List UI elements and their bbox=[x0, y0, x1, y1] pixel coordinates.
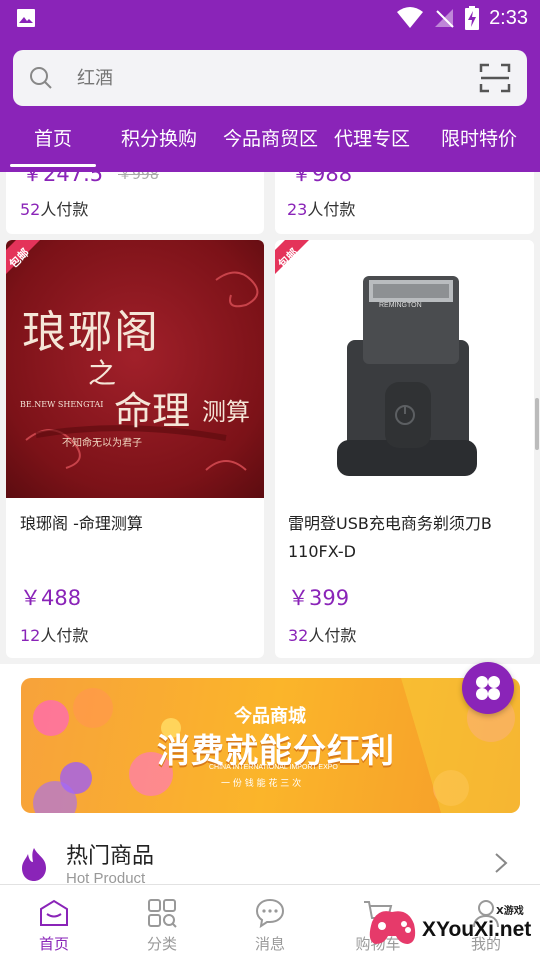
product-card[interactable]: ￥988 23人付款 bbox=[275, 172, 534, 234]
tab-points-exchange[interactable]: 积分换购 bbox=[121, 124, 197, 151]
wifi-icon bbox=[397, 7, 424, 28]
promo-banner[interactable]: 今品商城 消费就能分红利 CHINA INTERNATIONAL IMPORT … bbox=[21, 678, 520, 813]
product-name-line2: 110FX-D bbox=[288, 542, 356, 561]
category-tabs: 首页 积分换购 今品商贸区 代理专区 限时特价 bbox=[0, 112, 540, 172]
gamepad-logo-icon bbox=[369, 911, 416, 944]
sold-count: 52人付款 bbox=[20, 200, 89, 219]
hot-products-subtitle: Hot Product bbox=[66, 870, 146, 884]
search-icon bbox=[30, 67, 52, 89]
battery-charging-icon bbox=[465, 6, 480, 30]
status-bar: 2:33 bbox=[0, 0, 540, 36]
watermark-small-text: X游戏 bbox=[496, 906, 524, 917]
product-card-langya[interactable]: 琅琊阁 之 命理 测算 BE.NEW SHENGTAI 不知命无以为君子 包邮 … bbox=[6, 240, 264, 658]
image-english-text: BE.NEW SHENGTAI bbox=[20, 400, 104, 409]
image-title-line4: 测算 bbox=[202, 398, 250, 426]
quick-menu-button[interactable] bbox=[462, 662, 514, 714]
product-feed[interactable]: ￥247.5 ￥998 52人付款 ￥988 23人付款 琅琊阁 之 命理 测算… bbox=[0, 172, 540, 884]
product-price: ￥247.5 bbox=[22, 172, 104, 186]
watermark: X游戏 XYouXi.net bbox=[360, 896, 540, 956]
home-icon bbox=[40, 899, 68, 926]
search-input[interactable] bbox=[77, 62, 457, 94]
brand-text: REMINGTON bbox=[379, 302, 422, 309]
tab-agent-zone[interactable]: 代理专区 bbox=[334, 124, 410, 151]
sold-count: 12人付款 bbox=[20, 626, 89, 645]
chevron-right-icon bbox=[495, 853, 508, 873]
product-card[interactable]: ￥247.5 ￥998 52人付款 bbox=[6, 172, 264, 234]
hot-products-header[interactable]: 热门商品 Hot Product bbox=[0, 826, 540, 884]
scrollbar[interactable] bbox=[535, 398, 539, 450]
tab-home[interactable]: 首页 bbox=[34, 124, 72, 151]
top-header: 2:33 首页 积分换购 今品商贸区 代理专区 限时特价 bbox=[0, 0, 540, 172]
sold-count: 32人付款 bbox=[288, 626, 357, 645]
search-bar[interactable] bbox=[13, 50, 527, 106]
nav-label: 消息 bbox=[254, 935, 285, 953]
product-name-line1: 雷明登USB充电商务剃须刀B bbox=[288, 514, 492, 533]
image-title-line3: 命理 bbox=[114, 389, 191, 433]
sold-count: 23人付款 bbox=[287, 200, 356, 219]
nav-category[interactable]: 分类 bbox=[108, 885, 216, 960]
category-icon bbox=[148, 899, 177, 928]
product-price: ￥488 bbox=[20, 586, 82, 610]
nav-label: 首页 bbox=[38, 935, 69, 953]
nav-label: 分类 bbox=[146, 935, 177, 953]
product-price: ￥399 bbox=[288, 586, 350, 610]
scan-icon[interactable] bbox=[479, 62, 511, 94]
clock: 2:33 bbox=[489, 6, 528, 29]
product-name: 琅琊阁 -命理测算 bbox=[20, 514, 143, 533]
flame-icon bbox=[22, 848, 46, 881]
clover-icon bbox=[476, 676, 500, 700]
tab-limited-offer[interactable]: 限时特价 bbox=[441, 124, 517, 151]
product-old-price: ￥998 bbox=[118, 172, 159, 183]
nav-home[interactable]: 首页 bbox=[0, 885, 108, 960]
watermark-text: XYouXi.net bbox=[422, 918, 532, 941]
message-icon bbox=[255, 898, 285, 929]
image-motto: 不知命无以为君子 bbox=[62, 438, 142, 449]
active-tab-indicator bbox=[10, 164, 96, 167]
banner-slogan: 一 份 钱 能 花 三 次 bbox=[221, 779, 302, 789]
product-price: ￥988 bbox=[291, 172, 353, 186]
image-title-line2: 之 bbox=[88, 357, 117, 390]
image-title-line1: 琅琊阁 bbox=[22, 307, 160, 358]
hot-products-title: 热门商品 bbox=[66, 844, 155, 869]
tab-jinpin-trade[interactable]: 今品商贸区 bbox=[223, 124, 318, 151]
product-card-remington[interactable]: REMINGTON 包邮 雷明登USB充电商务剃须刀B 110FX-D ￥399… bbox=[275, 240, 534, 658]
nav-messages[interactable]: 消息 bbox=[216, 885, 324, 960]
no-signal-icon bbox=[435, 9, 454, 28]
gallery-notification-icon bbox=[17, 9, 35, 27]
banner-subline: CHINA INTERNATIONAL IMPORT EXPO bbox=[209, 764, 338, 771]
